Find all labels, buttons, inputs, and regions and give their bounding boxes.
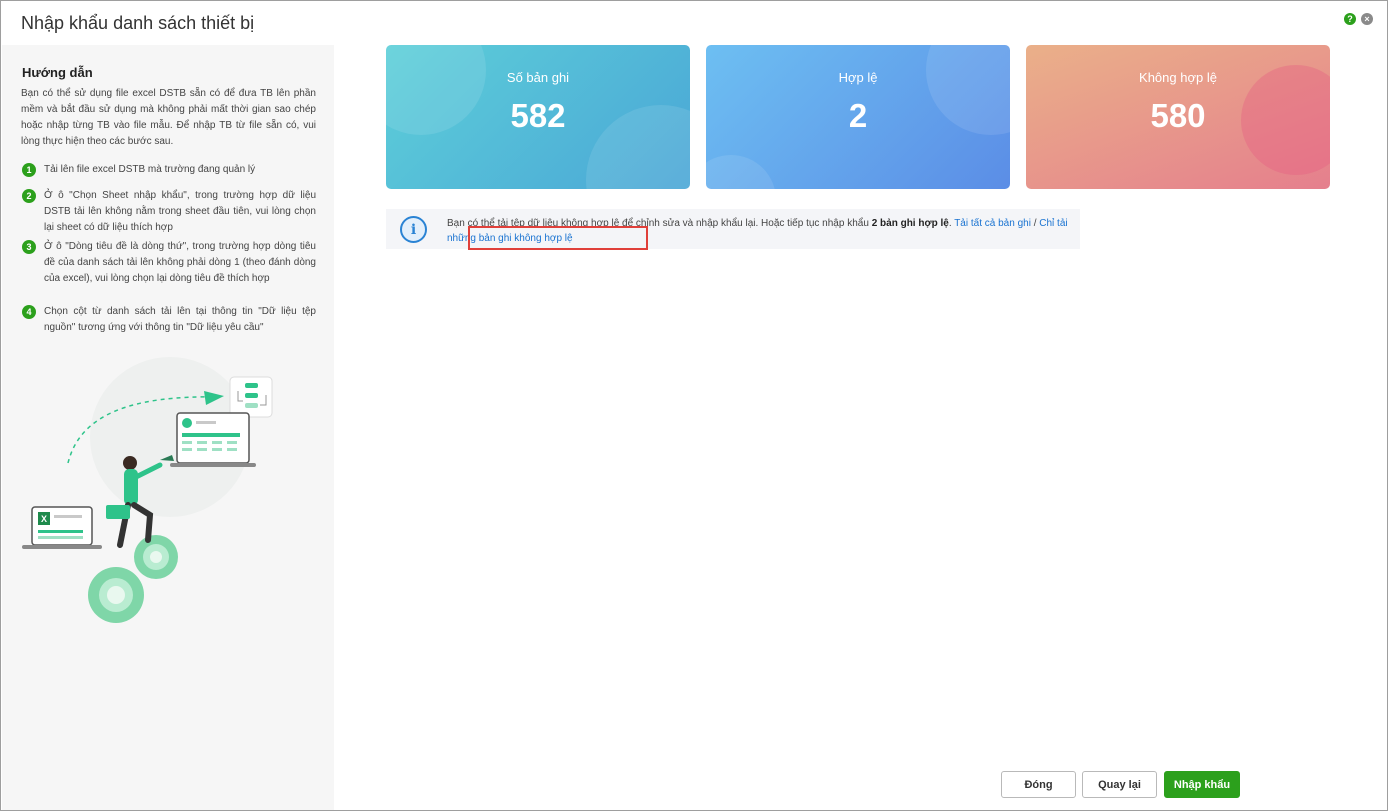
card-value: 582 [510, 97, 566, 134]
guide-step-3: 3 Ở ô "Dòng tiêu đề là dòng thứ", trong … [22, 239, 316, 287]
laptop-right-icon [170, 412, 256, 467]
guide-sidebar: Hướng dẫn Bạn có thể sử dụng file excel … [2, 45, 334, 810]
card-value: 580 [1150, 97, 1206, 134]
flow-card-icon [229, 376, 273, 418]
step-number-badge: 2 [22, 189, 36, 203]
import-button[interactable]: Nhập khẩu [1164, 771, 1240, 798]
card-valid-records: Hợp lệ 2 [706, 45, 1010, 189]
dialog-title: Nhập khẩu danh sách thiết bị [21, 13, 255, 33]
guide-title: Hướng dẫn [22, 65, 93, 80]
guide-step-4: 4 Chọn cột từ danh sách tải lên tại thôn… [22, 304, 316, 336]
guide-step-1: 1 Tải lên file excel DSTB mà trường đang… [22, 162, 316, 178]
guide-intro: Bạn có thể sử dụng file excel DSTB sẵn c… [21, 88, 316, 147]
guide-step-2: 2 Ở ô "Chọn Sheet nhập khẩu", trong trườ… [22, 188, 316, 236]
card-label: Số bản ghi [506, 70, 570, 85]
excel-badge: X [41, 514, 47, 524]
step-number-badge: 1 [22, 163, 36, 177]
card-label: Hợp lệ [838, 70, 878, 85]
info-banner: i Bạn có thể tải tệp dữ liệu không hợp l… [386, 209, 1080, 249]
import-illustration: X [22, 357, 273, 623]
link-separator: / [1030, 218, 1040, 229]
back-button[interactable]: Quay lại [1082, 771, 1157, 798]
step-number-badge: 3 [22, 240, 36, 254]
import-dialog: Nhập khẩu danh sách thiết bị ? × Hướng d… [0, 0, 1388, 811]
download-all-records-link[interactable]: Tải tất cả bản ghi [954, 218, 1031, 229]
help-icon[interactable]: ? [1344, 13, 1356, 25]
laptop-left-icon: X [22, 506, 102, 549]
close-button[interactable]: Đóng [1001, 771, 1076, 798]
info-icon: i [400, 216, 427, 243]
step-number-badge: 4 [22, 305, 36, 319]
valid-count-text: 2 bản ghi hợp lệ [871, 218, 949, 229]
step-text: Ở ô "Chọn Sheet nhập khẩu", trong trường… [44, 190, 316, 233]
card-invalid-records: Không hợp lệ 580 [1026, 45, 1330, 189]
card-label: Không hợp lệ [1139, 70, 1217, 85]
card-total-records: Số bản ghi 582 [386, 45, 690, 189]
card-decoration [706, 155, 776, 189]
header-icons: ? × [1344, 13, 1373, 25]
card-value: 2 [848, 97, 868, 134]
info-text: Bạn có thể tải tệp dữ liệu không hợp lệ … [447, 216, 1072, 246]
info-message: Bạn có thể tải tệp dữ liệu không hợp lệ … [447, 218, 872, 229]
step-text: Ở ô "Dòng tiêu đề là dòng thứ", trong tr… [44, 241, 316, 284]
step-text: Chọn cột từ danh sách tải lên tại thông … [44, 306, 316, 333]
dialog-header: Nhập khẩu danh sách thiết bị ? × [1, 1, 1387, 45]
close-icon[interactable]: × [1361, 13, 1373, 25]
step-text: Tải lên file excel DSTB mà trường đang q… [44, 164, 256, 175]
